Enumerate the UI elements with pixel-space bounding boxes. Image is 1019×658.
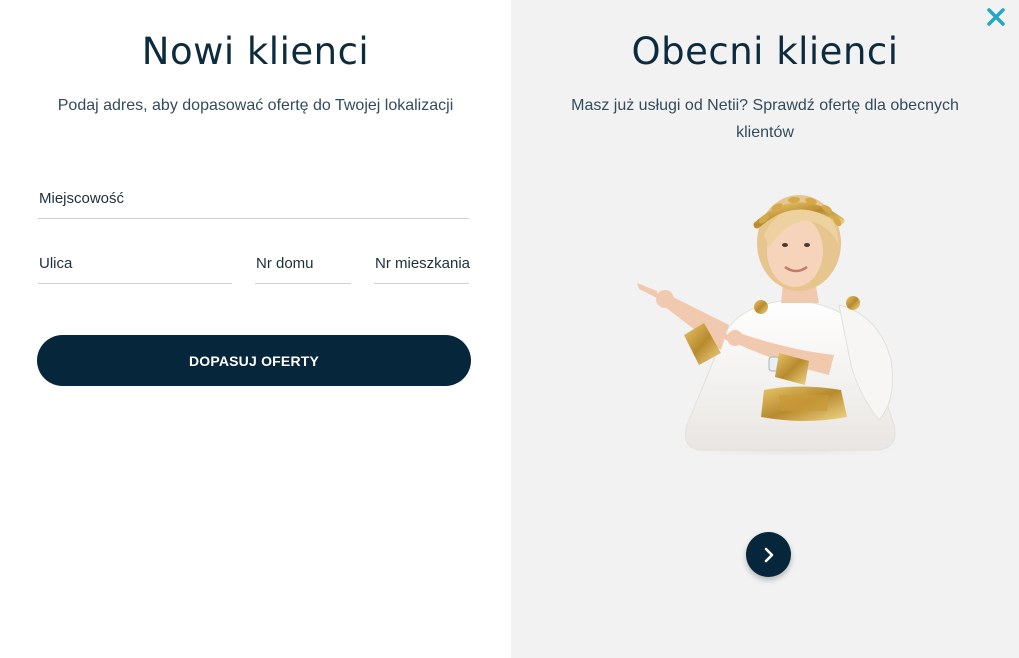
- existing-clients-subtitle: Masz już usługi od Netii? Sprawdź ofertę…: [571, 97, 959, 141]
- new-clients-subtitle: Podaj adres, aby dopasować ofertę do Two…: [57, 97, 454, 114]
- existing-clients-title: Obecni klienci: [631, 30, 899, 73]
- flat-number-field[interactable]: Nr mieszkania: [374, 245, 473, 285]
- woman-pointing-illustration: [637, 195, 919, 455]
- new-clients-title: Nowi klienci: [141, 30, 370, 73]
- match-offers-button[interactable]: DOPASUJ OFERTY: [37, 335, 471, 386]
- street-input[interactable]: [38, 245, 236, 285]
- house-number-input[interactable]: [255, 245, 355, 285]
- existing-clients-panel: Obecni klienci Masz już usługi od Netii?…: [511, 0, 1019, 658]
- close-icon[interactable]: [983, 4, 1009, 30]
- chevron-right-icon: [764, 547, 773, 562]
- house-number-field[interactable]: Nr domu: [255, 245, 355, 285]
- street-field[interactable]: Ulica: [38, 245, 236, 285]
- flat-number-input[interactable]: [374, 245, 473, 285]
- next-button[interactable]: [746, 532, 791, 577]
- city-field[interactable]: Miejscowość: [38, 180, 473, 220]
- new-clients-panel: Nowi klienci Podaj adres, aby dopasować …: [0, 0, 511, 658]
- city-input[interactable]: [38, 180, 473, 220]
- address-modal: Nowi klienci Podaj adres, aby dopasować …: [0, 0, 1019, 658]
